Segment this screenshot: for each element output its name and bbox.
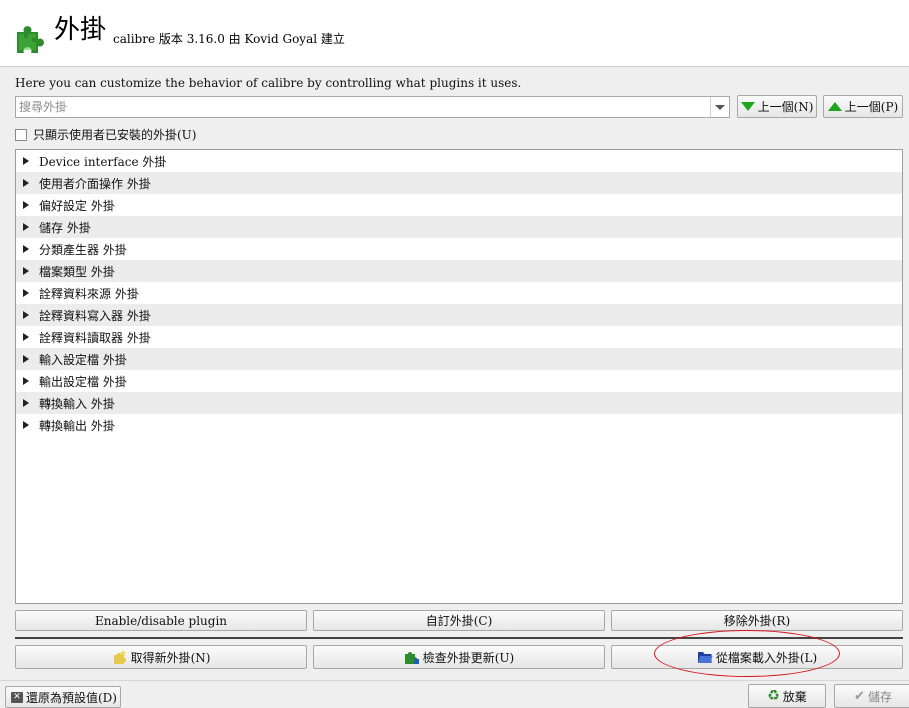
find-previous-button[interactable]: 上一個(P) [823, 95, 903, 118]
remove-plugin-button[interactable]: 移除外掛(R) [611, 610, 903, 631]
plugin-category-label: 檔案類型 外掛 [39, 264, 115, 279]
find-next-button[interactable]: 上一個(N) [737, 95, 817, 118]
discard-button[interactable]: ♻ 放棄 [748, 684, 826, 708]
plugin-tree[interactable]: Device interface 外掛 使用者介面操作 外掛 偏好設定 外掛 儲… [15, 149, 903, 604]
plugin-category-label: 詮釋資料來源 外掛 [39, 286, 139, 301]
customize-plugin-button[interactable]: 自訂外掛(C) [313, 610, 605, 631]
expand-arrow-icon[interactable] [23, 355, 29, 363]
enable-disable-label: Enable/disable plugin [94, 613, 228, 628]
plugin-category-row[interactable]: 檔案類型 外掛 [16, 260, 902, 282]
expand-arrow-icon[interactable] [23, 267, 29, 275]
plugin-category-row[interactable]: 詮釋資料來源 外掛 [16, 282, 902, 304]
expand-arrow-icon[interactable] [23, 245, 29, 253]
expand-arrow-icon[interactable] [23, 157, 29, 165]
only-user-plugins-checkbox[interactable] [15, 128, 27, 141]
expand-arrow-icon[interactable] [23, 223, 29, 231]
plugin-category-label: 詮釋資料讀取器 外掛 [39, 330, 151, 345]
expand-arrow-icon[interactable] [23, 377, 29, 385]
plugin-category-row[interactable]: Device interface 外掛 [16, 150, 902, 172]
plugin-category-label: 偏好設定 外掛 [39, 198, 115, 213]
page-title: 外掛 [54, 15, 107, 45]
x-box-icon: ✕ [11, 691, 23, 703]
load-from-file-label: 從檔案載入外掛(L) [715, 650, 818, 665]
expand-arrow-icon[interactable] [23, 333, 29, 341]
puzzle-star-icon [113, 650, 126, 664]
get-new-plugins-button[interactable]: 取得新外掛(N) [15, 645, 307, 669]
find-previous-label: 上一個(P) [844, 100, 899, 114]
plugin-category-row[interactable]: 轉換輸入 外掛 [16, 392, 902, 414]
chevron-down-icon[interactable] [710, 97, 729, 117]
plugin-category-label: 轉換輸入 外掛 [39, 396, 115, 411]
plugin-category-row[interactable]: 使用者介面操作 外掛 [16, 172, 902, 194]
load-plugin-from-file-button[interactable]: 從檔案載入外掛(L) [611, 645, 903, 669]
plugin-category-label: Device interface 外掛 [39, 154, 167, 169]
expand-arrow-icon[interactable] [23, 201, 29, 209]
expand-arrow-icon[interactable] [23, 399, 29, 407]
plugin-category-label: 使用者介面操作 外掛 [39, 176, 151, 191]
plugin-category-label: 詮釋資料寫入器 外掛 [39, 308, 151, 323]
expand-arrow-icon[interactable] [23, 421, 29, 429]
divider [15, 637, 903, 639]
expand-arrow-icon[interactable] [23, 179, 29, 187]
check-plugin-updates-button[interactable]: 檢查外掛更新(U) [313, 645, 605, 669]
search-input[interactable] [16, 97, 711, 117]
puzzle-piece-icon [17, 26, 44, 53]
dialog-header: 外掛 calibre 版本 3.16.0 由 Kovid Goyal 建立 [0, 0, 909, 67]
plugin-category-row[interactable]: 詮釋資料讀取器 外掛 [16, 326, 902, 348]
plugin-category-label: 轉換輸出 外掛 [39, 418, 115, 433]
save-button[interactable]: ✔ 儲存 [834, 684, 909, 708]
arrow-down-icon [740, 102, 755, 111]
check-updates-label: 檢查外掛更新(U) [422, 650, 515, 665]
folder-open-icon [697, 652, 713, 663]
plugin-category-row[interactable]: 詮釋資料寫入器 外掛 [16, 304, 902, 326]
plugin-category-row[interactable]: 輸入設定檔 外掛 [16, 348, 902, 370]
puzzle-update-icon [404, 652, 419, 664]
expand-arrow-icon[interactable] [23, 289, 29, 297]
plugin-category-label: 輸出設定檔 外掛 [39, 374, 127, 389]
description-text: Here you can customize the behavior of c… [15, 76, 522, 90]
only-user-plugins-option[interactable]: 只顯示使用者已安裝的外掛(U) [15, 126, 196, 143]
arrow-up-icon [827, 102, 842, 111]
plugin-category-row[interactable]: 輸出設定檔 外掛 [16, 370, 902, 392]
plugin-category-label: 儲存 外掛 [39, 220, 91, 235]
remove-label: 移除外掛(R) [723, 614, 791, 628]
search-combobox[interactable] [15, 96, 730, 118]
plugin-category-row[interactable]: 轉換輸出 外掛 [16, 414, 902, 436]
restore-defaults-button[interactable]: ✕ 還原為預設值(D) [5, 686, 121, 708]
restore-defaults-label: 還原為預設值(D) [26, 690, 117, 705]
find-next-label: 上一個(N) [757, 100, 814, 114]
customize-label: 自訂外掛(C) [425, 614, 493, 628]
expand-arrow-icon[interactable] [23, 311, 29, 319]
plugin-category-row[interactable]: 偏好設定 外掛 [16, 194, 902, 216]
only-user-plugins-label: 只顯示使用者已安裝的外掛(U) [33, 128, 197, 142]
get-new-plugins-label: 取得新外掛(N) [130, 650, 211, 665]
plugin-category-label: 輸入設定檔 外掛 [39, 352, 127, 367]
checkmark-icon: ✔ [854, 688, 865, 704]
plugin-category-row[interactable]: 分類產生器 外掛 [16, 238, 902, 260]
plugin-category-row[interactable]: 儲存 外掛 [16, 216, 902, 238]
plugin-category-label: 分類產生器 外掛 [39, 242, 127, 257]
version-subtitle: calibre 版本 3.16.0 由 Kovid Goyal 建立 [113, 32, 345, 46]
enable-disable-plugin-button[interactable]: Enable/disable plugin [15, 610, 307, 631]
